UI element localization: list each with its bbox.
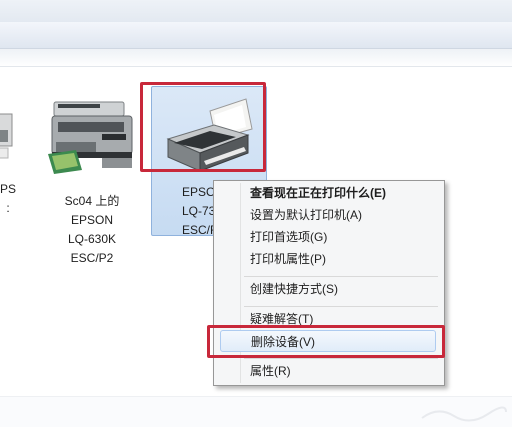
toolbar	[0, 22, 512, 49]
printer-icon	[0, 113, 13, 159]
device-sc04-epson[interactable]: Sc04 上的 EPSON LQ-630K ESC/P2	[40, 96, 144, 268]
annotation-highlight-device	[140, 82, 266, 172]
menu-separator	[244, 276, 438, 277]
device-label: PS :	[0, 182, 17, 215]
device-partial-left[interactable]: PS :	[0, 100, 20, 215]
window-top-band	[0, 0, 512, 22]
menu-item-printer-properties[interactable]: 打印机属性(P)	[214, 248, 444, 270]
menu-item-see-whats-printing[interactable]: 查看现在正在打印什么(E)	[214, 182, 444, 204]
multifunction-printer-icon	[48, 101, 133, 174]
menu-item-printing-preferences[interactable]: 打印首选项(G)	[214, 226, 444, 248]
content-separator	[0, 66, 512, 67]
menu-item-properties[interactable]: 属性(R)	[214, 360, 444, 382]
toolbar-shadow	[0, 49, 512, 67]
annotation-highlight-menu-item	[207, 325, 445, 358]
menu-separator	[244, 358, 438, 359]
menu-item-set-default-printer[interactable]: 设置为默认打印机(A)	[214, 204, 444, 226]
menu-separator	[244, 306, 438, 307]
watermark-graphic	[421, 406, 507, 422]
menu-item-create-shortcut[interactable]: 创建快捷方式(S)	[214, 278, 444, 300]
device-label: Sc04 上的 EPSON LQ-630K ESC/P2	[64, 194, 120, 265]
